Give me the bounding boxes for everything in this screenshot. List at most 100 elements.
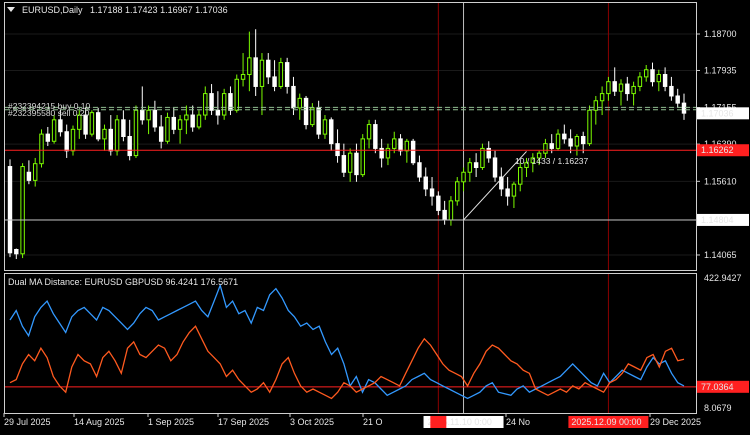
- time-axis-label: 3 Oct 2025: [290, 417, 334, 427]
- candle-body: [473, 162, 479, 168]
- candle-body: [177, 119, 183, 130]
- time-axis-label: 14 Aug 2025: [74, 417, 125, 427]
- candle-body: [511, 183, 517, 197]
- candle-body: [95, 112, 101, 140]
- candle-body: [366, 124, 372, 140]
- candle: [303, 95, 309, 130]
- candle-body: [675, 95, 680, 104]
- candle-body: [549, 143, 554, 149]
- candle-body: [461, 171, 466, 183]
- candle-body: [297, 97, 302, 109]
- candle: [114, 115, 120, 156]
- candle-body: [70, 128, 76, 152]
- ohlc-readout: 1.17188 1.17423 1.16967 1.17036: [90, 5, 228, 15]
- candle-body: [39, 133, 44, 165]
- red-level-tag: 1.16262: [701, 145, 734, 155]
- candle-body: [114, 119, 120, 152]
- price-axis: 1.187001.179351.171551.163901.156101.148…: [696, 29, 749, 260]
- candle: [373, 119, 378, 154]
- price-panel-border: [4, 2, 697, 271]
- candle: [278, 57, 284, 89]
- candle-body: [650, 69, 655, 83]
- candle-body: [58, 119, 63, 133]
- candle: [221, 88, 227, 120]
- candle-body: [284, 62, 290, 87]
- red-time-tag: 2025.12.09 00:00: [571, 417, 641, 427]
- time-axis-label: 17 Sep 2025: [218, 417, 269, 427]
- candle-body: [467, 162, 473, 173]
- candle-body: [669, 85, 674, 97]
- candle-body: [612, 81, 617, 92]
- trading-chart[interactable]: 1.187001.179351.171551.163901.156101.148…: [0, 0, 750, 435]
- indicator-tick-label: 77.0364: [701, 382, 734, 392]
- candle-body: [272, 76, 277, 87]
- candle-body: [429, 188, 435, 197]
- price-tick-label: 1.14065: [704, 250, 737, 260]
- candle-body: [102, 128, 107, 140]
- candle-body: [480, 147, 485, 168]
- indicator-panel[interactable]: 422.9427 77.0364 8.0679 Dual MA Distance: …: [4, 273, 750, 414]
- candle-body: [266, 59, 271, 78]
- candle-body: [14, 248, 19, 255]
- indicator-title: Dual MA Distance: EURUSD GBPUSD 96.4241 …: [8, 277, 238, 287]
- price-panel[interactable]: 1.187001.179351.171551.163901.156101.148…: [4, 2, 750, 271]
- candle: [587, 105, 592, 147]
- candle-body: [45, 133, 51, 142]
- candle-body: [347, 152, 353, 173]
- candle-body: [89, 112, 95, 135]
- candle-body: [108, 128, 114, 152]
- candle-body: [152, 109, 158, 128]
- candle-body: [599, 93, 605, 102]
- candle: [165, 112, 170, 144]
- candle: [455, 177, 460, 206]
- candle-body: [32, 163, 38, 181]
- candle: [7, 159, 13, 258]
- candle: [360, 134, 365, 178]
- candle-body: [140, 109, 145, 121]
- price-tick-label: 1.15610: [704, 176, 737, 186]
- candle-body: [436, 195, 441, 211]
- candle-body: [341, 155, 347, 173]
- time-axis-label: 24 No: [506, 417, 530, 427]
- candle-body: [580, 136, 586, 145]
- candle-body: [631, 85, 636, 95]
- indicator-tick-label: 8.0679: [704, 403, 732, 413]
- candle-body: [373, 124, 378, 149]
- candle-body: [637, 76, 643, 87]
- candle-body: [121, 119, 126, 137]
- candle-body: [203, 93, 208, 116]
- candle-body: [442, 209, 447, 221]
- candle-body: [259, 59, 265, 87]
- candle-body: [215, 109, 221, 116]
- price-tick-label: 1.17935: [704, 65, 737, 75]
- candle-body: [625, 83, 630, 95]
- candle-body: [492, 157, 498, 178]
- candle-body: [196, 114, 202, 128]
- candle-body: [127, 136, 132, 157]
- candle: [70, 125, 76, 156]
- candle-body: [51, 119, 57, 142]
- candle-body: [593, 100, 599, 111]
- candle-body: [555, 133, 561, 149]
- candle-body: [64, 131, 69, 152]
- candle: [410, 138, 416, 166]
- candle: [95, 107, 101, 142]
- candle-body: [26, 171, 32, 181]
- time-axis-label: 21 O: [363, 417, 383, 427]
- candle-body: [618, 83, 624, 92]
- candle-body: [448, 200, 454, 221]
- ruler-label: 10 / 1433 / 1.16237: [515, 156, 589, 166]
- indicator-panel-border: [4, 273, 697, 414]
- candle-body: [221, 93, 227, 116]
- candle-body: [606, 81, 611, 95]
- time-axis-label: 1 Sep 2025: [148, 417, 194, 427]
- candle-body: [360, 138, 365, 176]
- candle-body: [518, 166, 523, 185]
- candle: [39, 129, 44, 168]
- price-tick-label: 1.18700: [704, 29, 737, 39]
- order-label-sell: #232395580 sell 0.20: [8, 108, 90, 118]
- candle-body: [543, 143, 548, 154]
- candle-body: [662, 74, 668, 87]
- red-time-tag-stub: [430, 416, 447, 428]
- candle-body: [133, 109, 139, 157]
